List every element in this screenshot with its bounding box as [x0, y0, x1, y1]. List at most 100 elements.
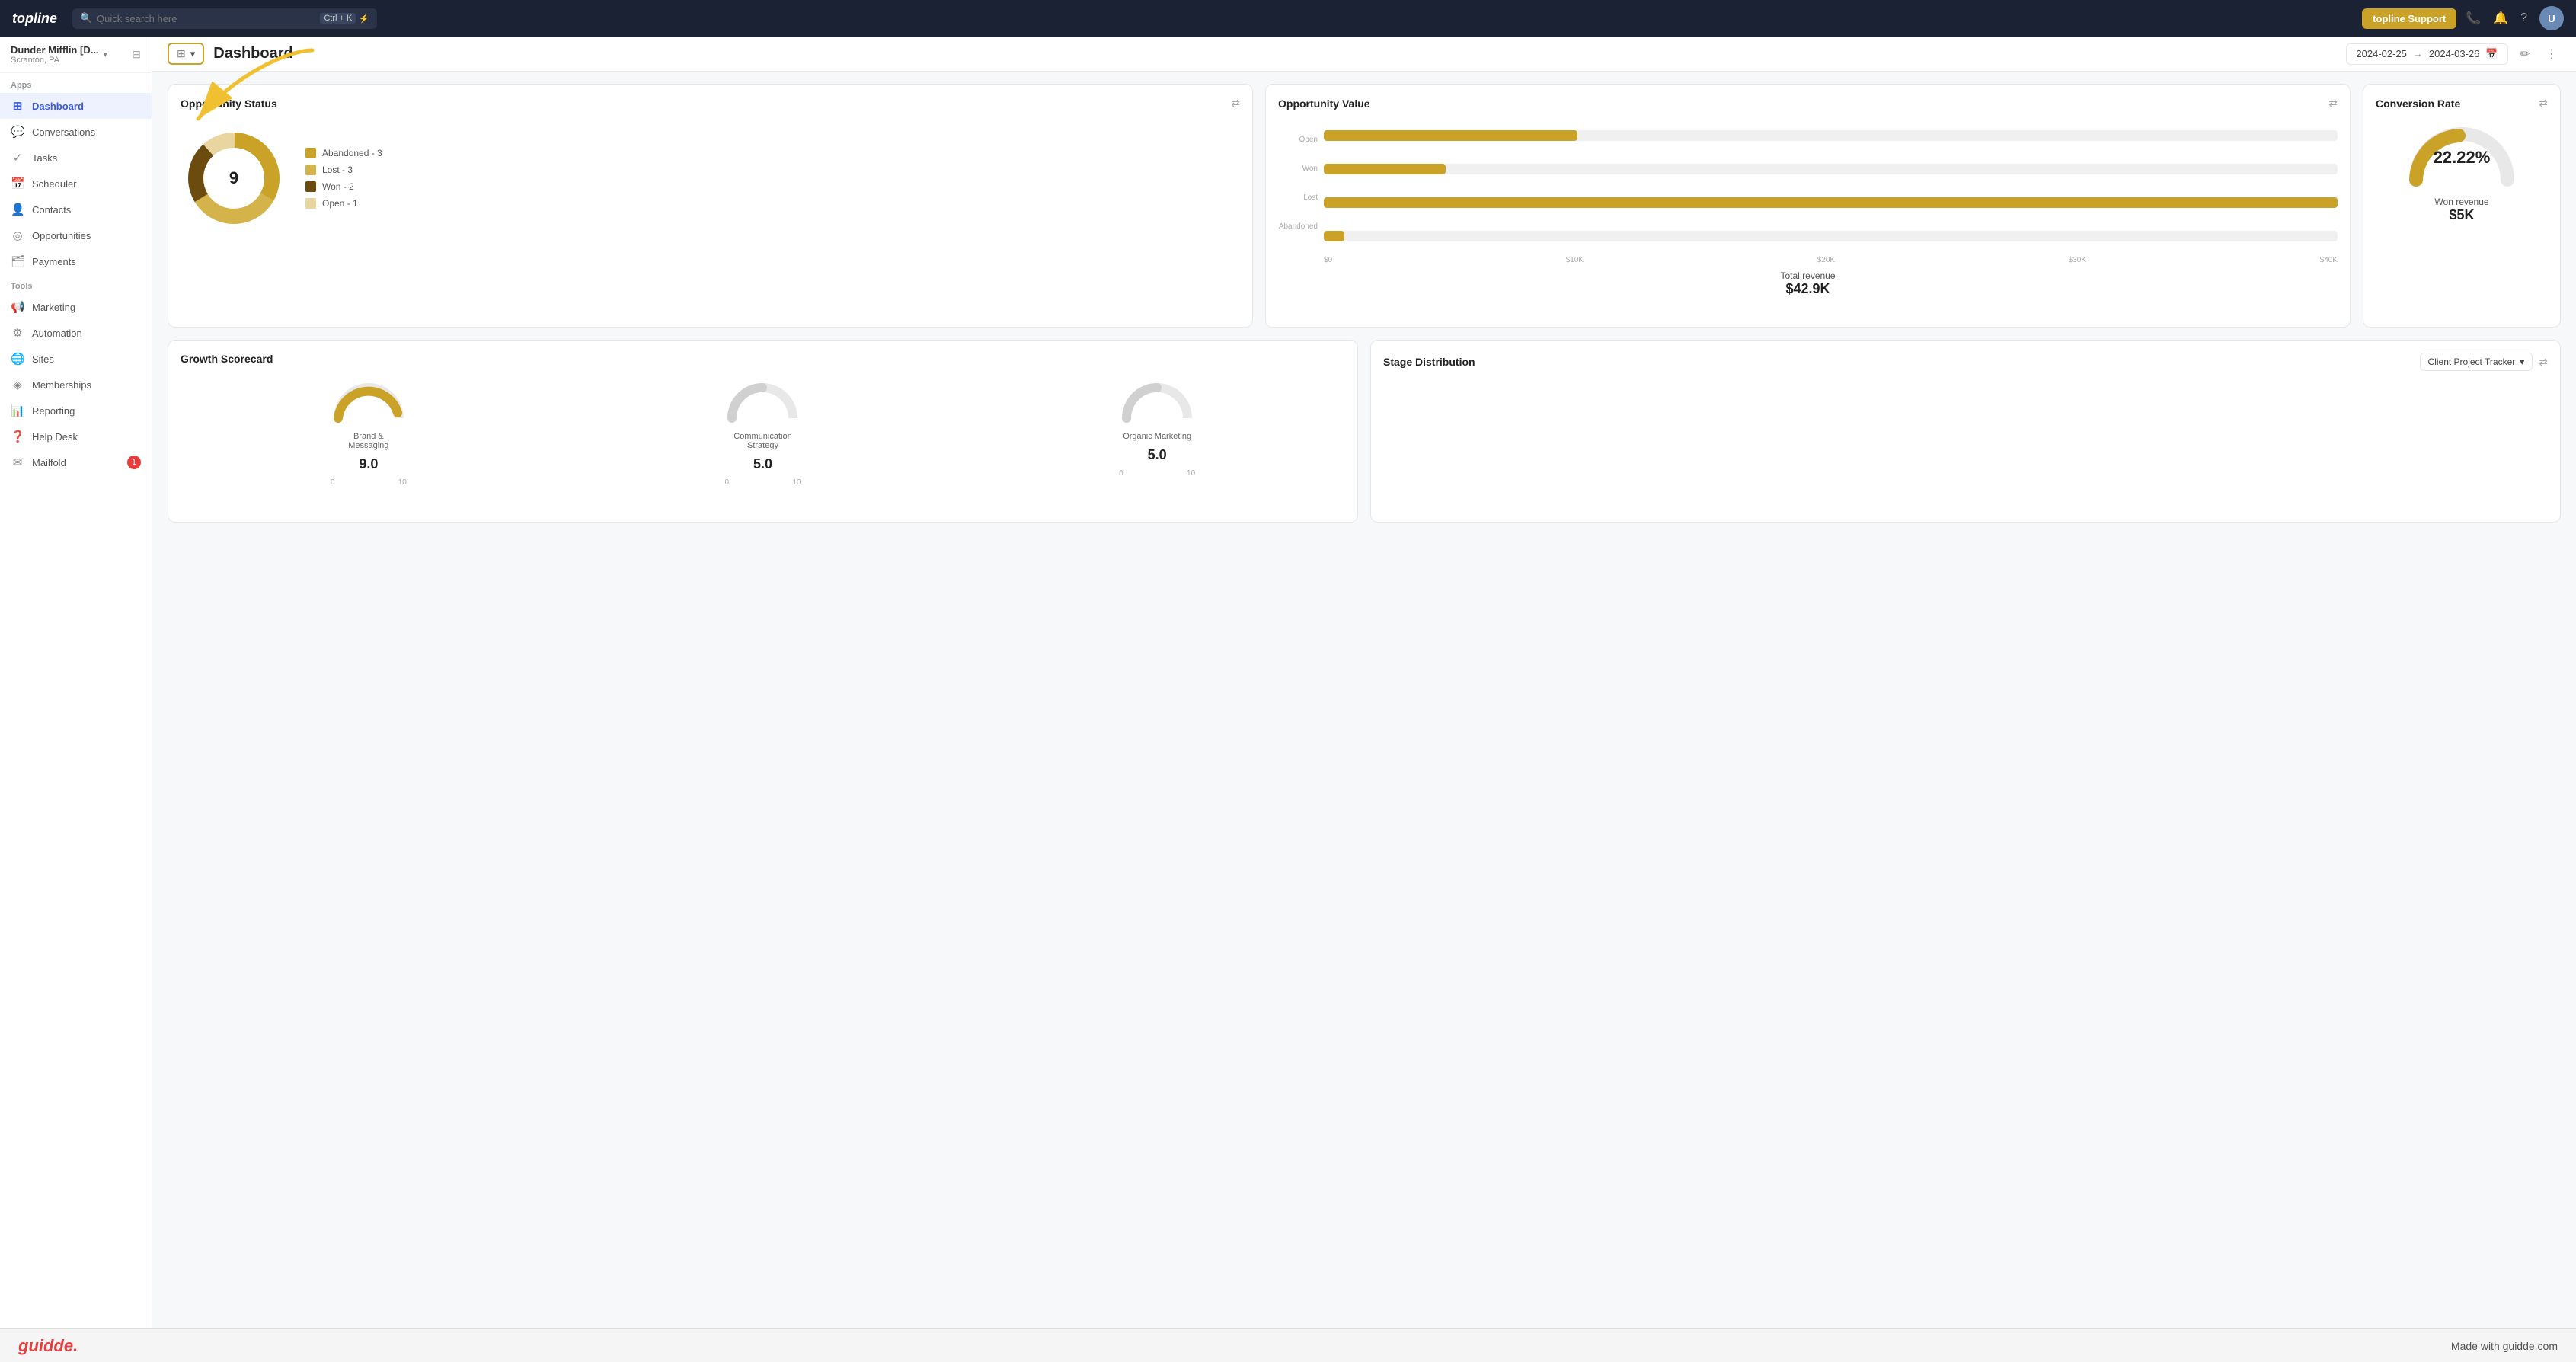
sidebar-item-label: Memberships	[32, 379, 91, 391]
bar-lost	[1324, 192, 2338, 213]
y-label-open: Open	[1299, 136, 1318, 144]
donut-chart: 9	[181, 125, 287, 232]
sidebar-item-tasks[interactable]: ✓ Tasks	[0, 145, 152, 171]
sidebar-item-label: Automation	[32, 328, 82, 339]
legend-label-abandoned: Abandoned - 3	[322, 148, 382, 158]
total-revenue-value: $42.9K	[1785, 281, 1830, 297]
gauge-label-brand: Brand & Messaging	[334, 432, 403, 450]
sidebar-item-automation[interactable]: ⚙ Automation	[0, 320, 152, 346]
legend: Abandoned - 3 Lost - 3 Won - 2	[305, 148, 382, 209]
sidebar-item-memberships[interactable]: ◈ Memberships	[0, 372, 152, 398]
dashboard-row-2: Growth Scorecard Brand & Messaging 9.0	[168, 340, 2561, 523]
sidebar-item-label: Payments	[32, 256, 76, 267]
mailfold-badge: 1	[127, 456, 141, 469]
won-revenue-label: Won revenue	[2434, 197, 2488, 207]
opp-status-content: 9 Abandoned - 3 Lost - 3	[181, 119, 1240, 238]
opportunity-value-card: Opportunity Value ⇄ Open Won Lost Abando…	[1265, 84, 2351, 328]
stage-dropdown-label: Client Project Tracker	[2428, 356, 2516, 367]
bell-icon[interactable]: 🔔	[2493, 11, 2508, 26]
gauge-value-organic: 5.0	[1148, 447, 1167, 463]
sidebar-item-label: Marketing	[32, 302, 75, 313]
date-from: 2024-02-25	[2356, 48, 2407, 59]
sidebar-item-sites[interactable]: 🌐 Sites	[0, 346, 152, 372]
help-icon[interactable]: ?	[2520, 11, 2527, 25]
workspace-chevron-icon: ▾	[104, 50, 108, 59]
x-label-20k: $20K	[1817, 256, 1835, 264]
conversations-icon: 💬	[11, 125, 24, 139]
sidebar-item-mailfold[interactable]: ✉ Mailfold 1	[0, 449, 152, 475]
tools-section-label: Tools	[0, 274, 152, 294]
filter-icon[interactable]: ⇄	[1231, 97, 1240, 110]
search-wrapper: 🔍 Ctrl + K ⚡	[72, 8, 377, 29]
gauge-label-organic: Organic Marketing	[1123, 432, 1191, 441]
gauge-label-communication: Communication Strategy	[728, 432, 797, 450]
support-button[interactable]: topline Support	[2362, 8, 2456, 29]
sidebar-item-label: Scheduler	[32, 178, 77, 190]
dashboard-grid: Opportunity Status ⇄	[152, 72, 2576, 535]
sidebar-item-scheduler[interactable]: 📅 Scheduler	[0, 171, 152, 197]
gauge-range-brand: 0 10	[331, 478, 407, 487]
date-range-picker[interactable]: 2024-02-25 → 2024-03-26 📅	[2346, 43, 2507, 65]
gauge-item-brand: Brand & Messaging 9.0 0 10	[331, 380, 407, 487]
legend-dot-open	[305, 198, 316, 209]
legend-item-lost: Lost - 3	[305, 165, 382, 175]
total-revenue-row: Total revenue $42.9K	[1278, 270, 2338, 297]
subheader: ⊞ ▾ Dashboard 2024-02-25 → 2024-03-26 📅 …	[152, 37, 2576, 72]
guidde-logo: guidde.	[18, 1336, 78, 1356]
date-arrow-icon: →	[2413, 48, 2423, 59]
card-header: Stage Distribution Client Project Tracke…	[1383, 353, 2548, 371]
filter-icon[interactable]: ⇄	[2539, 356, 2548, 369]
range-min: 0	[1119, 469, 1123, 478]
conversion-percentage: 22.22%	[2434, 148, 2491, 168]
helpdesk-icon: ❓	[11, 430, 24, 443]
gauge-brand	[331, 380, 407, 426]
sidebar-collapse-button[interactable]: ⊟	[132, 48, 141, 61]
main-content: ⊞ ▾ Dashboard 2024-02-25 → 2024-03-26 📅 …	[152, 37, 2576, 1328]
bar-abandoned	[1324, 225, 2338, 247]
conversion-rate-card: Conversion Rate ⇄ 22.22%	[2363, 84, 2561, 328]
more-options-button[interactable]: ⋮	[2542, 43, 2561, 65]
card-title: Conversion Rate	[2376, 98, 2460, 110]
edit-button[interactable]: ✏	[2517, 43, 2533, 65]
sidebar-item-label: Conversations	[32, 126, 95, 138]
gauge-item-organic: Organic Marketing 5.0 0 10	[1119, 380, 1195, 487]
sidebar-item-payments[interactable]: 🗂 Payments	[0, 248, 152, 274]
bar-won	[1324, 158, 2338, 180]
reporting-icon: 📊	[11, 404, 24, 417]
range-max: 10	[398, 478, 407, 487]
memberships-icon: ◈	[11, 378, 24, 392]
stage-dropdown[interactable]: Client Project Tracker ▾	[2420, 353, 2533, 371]
tasks-icon: ✓	[11, 151, 24, 165]
phone-icon[interactable]: 📞	[2466, 11, 2481, 26]
sidebar-item-reporting[interactable]: 📊 Reporting	[0, 398, 152, 424]
sidebar-item-helpdesk[interactable]: ❓ Help Desk	[0, 424, 152, 449]
gauge-value-brand: 9.0	[359, 456, 378, 472]
card-header: Growth Scorecard	[181, 353, 1345, 365]
bar-open	[1324, 125, 2338, 146]
sidebar-item-opportunities[interactable]: ◎ Opportunities	[0, 222, 152, 248]
bottombar: guidde. Made with guidde.com	[0, 1328, 2576, 1362]
gauge-communication	[724, 380, 801, 426]
workspace-subtitle: Scranton, PA	[11, 56, 99, 65]
workspace-selector[interactable]: Dunder Mifflin [D... Scranton, PA ▾ ⊟	[0, 37, 152, 73]
bar-chart: Open Won Lost Abandoned	[1278, 119, 2338, 303]
sidebar-item-marketing[interactable]: 📢 Marketing	[0, 294, 152, 320]
apps-section-label: Apps	[0, 73, 152, 93]
avatar[interactable]: U	[2539, 6, 2564, 30]
chevron-down-icon: ▾	[2520, 356, 2524, 367]
gauge-organic	[1119, 380, 1195, 426]
sidebar-item-dashboard[interactable]: ⊞ Dashboard	[0, 93, 152, 119]
sites-icon: 🌐	[11, 352, 24, 366]
donut-center-value: 9	[229, 168, 238, 188]
search-icon: 🔍	[80, 12, 92, 24]
filter-icon[interactable]: ⇄	[2539, 97, 2548, 110]
filter-icon[interactable]: ⇄	[2328, 97, 2338, 110]
sidebar-item-conversations[interactable]: 💬 Conversations	[0, 119, 152, 145]
view-toggle-button[interactable]: ⊞ ▾	[168, 43, 204, 65]
sidebar-item-label: Tasks	[32, 152, 57, 164]
sidebar-item-contacts[interactable]: 👤 Contacts	[0, 197, 152, 222]
range-max: 10	[792, 478, 801, 487]
opportunities-icon: ◎	[11, 229, 24, 242]
sidebar-item-label: Dashboard	[32, 101, 84, 112]
sidebar-item-label: Opportunities	[32, 230, 91, 241]
